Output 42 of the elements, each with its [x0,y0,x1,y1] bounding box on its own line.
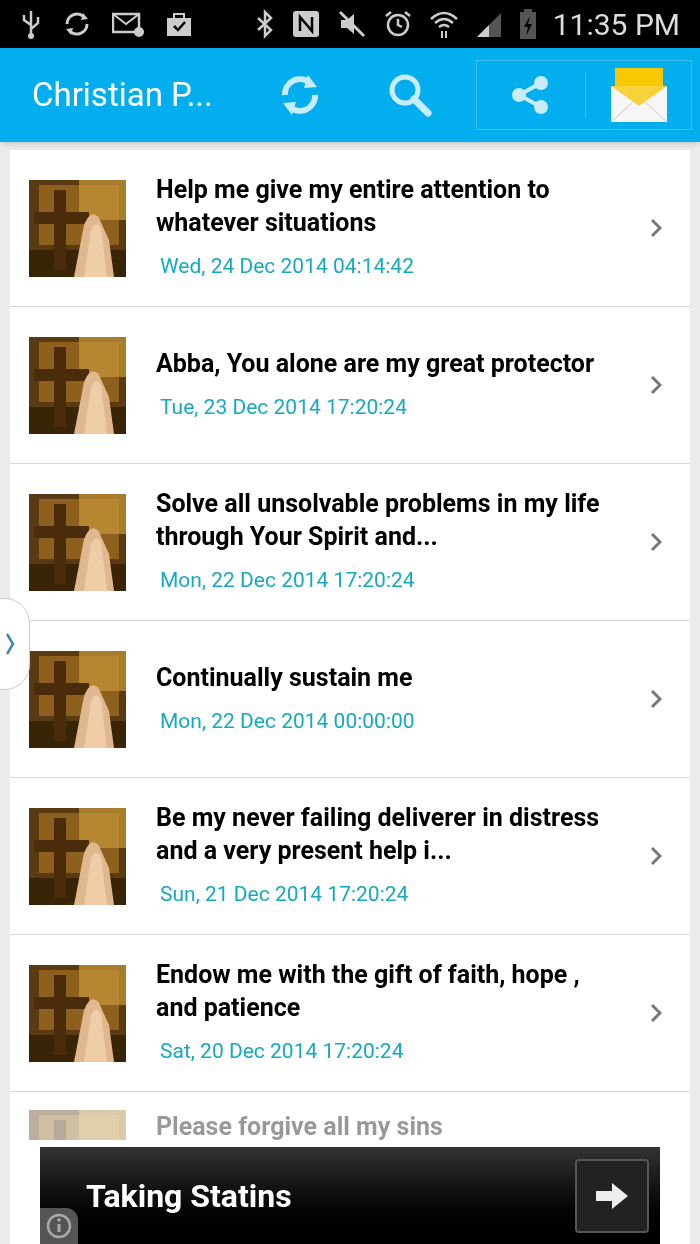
app-title: Christian P... [31,74,214,117]
chevron-right-icon [5,632,15,656]
status-time: 11:35 PM [552,5,680,44]
post-row[interactable]: Solve all unsolvable problems in my life through Your Spirit and... Mon, 22 Dec 2014 17:20:24 [10,464,690,621]
info-badge[interactable] [40,1208,78,1244]
post-date: Mon, 22 Dec 2014 17:20:24 [159,567,416,595]
ad-arrow-button[interactable] [575,1158,649,1233]
wifi-icon [428,9,459,39]
battery-icon [518,8,537,40]
post-title: Endow me with the gift of faith, hope , and patience [156,959,581,1025]
email-icon [112,10,144,38]
chevron-right-icon [650,218,662,238]
chevron-right-icon [650,846,662,866]
ad-text: Taking Statins [86,1175,293,1217]
post-title: Abba, You alone are my great protector [156,347,596,380]
post-date: Sat, 20 Dec 2014 17:20:24 [159,1038,405,1066]
search-icon [387,72,433,118]
chevron-right-icon [650,1003,662,1023]
mute-icon [336,9,367,39]
post-row[interactable]: Be my never failing deliverer in distress and a very present help i... Sun, 21 Dec 2014 17:20:24 [10,778,690,935]
ad-banner[interactable]: Taking Statins [40,1147,660,1244]
chevron-right-icon [650,375,662,395]
post-title: Solve all unsolvable problems in my life through Your Spirit and... [156,488,601,554]
info-icon [46,1213,72,1239]
chevron-right-icon [650,689,662,709]
post-title: Continually sustain me [156,661,414,694]
post-date: Wed, 24 Dec 2014 04:14:42 [159,253,415,281]
post-date: Tue, 23 Dec 2014 17:20:24 [159,393,408,421]
arrow-right-icon [594,1180,630,1211]
usb-icon [20,9,42,39]
envelope-icon [608,66,669,124]
post-date: Sun, 21 Dec 2014 17:20:24 [159,881,410,909]
post-row[interactable]: Abba, You alone are my great protector Tue, 23 Dec 2014 17:20:24 [10,307,690,464]
post-row[interactable]: Help me give my entire attention to whatever situations Wed, 24 Dec 2014 04:14:42 [10,150,690,307]
briefcase-check-icon [164,10,194,38]
chevron-right-icon [650,532,662,552]
nfc-icon [290,9,321,39]
post-row[interactable]: Endow me with the gift of faith, hope , and patience Sat, 20 Dec 2014 17:20:24 [10,935,690,1092]
post-title: Please forgive all my sins [156,1111,443,1143]
post-title: Be my never failing deliverer in distress and a very present help i... [156,802,601,868]
post-date: Mon, 22 Dec 2014 00:00:00 [159,707,416,735]
post-title: Help me give my entire attention to whatever situations [156,174,551,240]
